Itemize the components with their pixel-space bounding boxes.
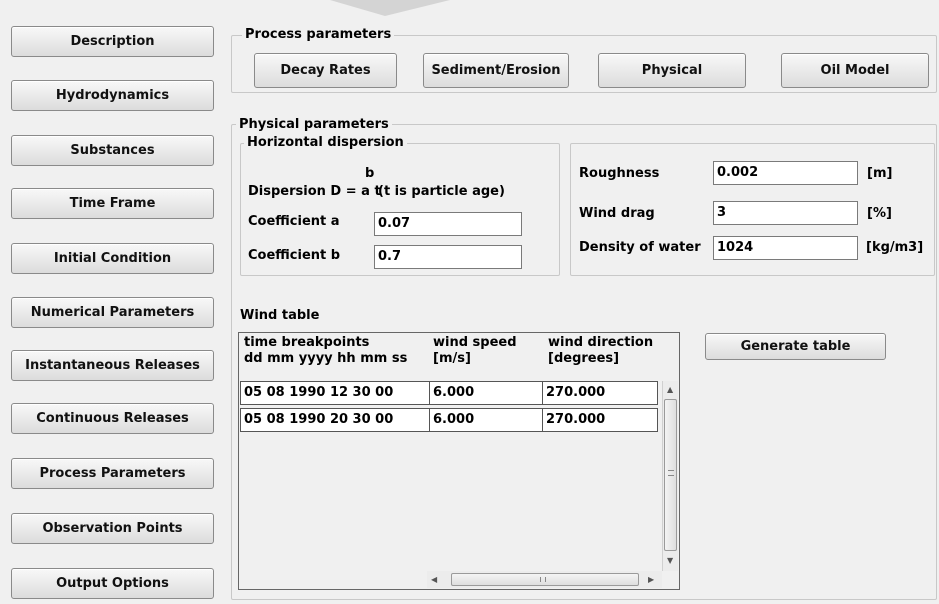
horizontal-dispersion-title: Horizontal dispersion (244, 135, 407, 150)
nav-initial-condition-button[interactable]: Initial Condition (11, 243, 214, 274)
generate-table-button[interactable]: Generate table (705, 333, 886, 360)
nav-instantaneous-releases-button[interactable]: Instantaneous Releases (11, 350, 214, 381)
sediment-erosion-button[interactable]: Sediment/Erosion (423, 53, 569, 88)
vertical-scroll-thumb[interactable] (664, 399, 677, 551)
roughness-label: Roughness (579, 166, 660, 181)
nav-description-button[interactable]: Description (11, 26, 214, 57)
nav-hydrodynamics-button[interactable]: Hydrodynamics (11, 80, 214, 111)
thumb-grip-icon (668, 470, 674, 476)
horizontal-scroll-thumb[interactable] (451, 573, 639, 586)
header-speed-line1: wind speed (433, 335, 517, 350)
nav-time-frame-button[interactable]: Time Frame (11, 188, 214, 219)
decay-rates-button[interactable]: Decay Rates (254, 53, 397, 88)
table-cell-row2-speed[interactable]: 6.000 (429, 408, 543, 432)
density-unit: [kg/m3] (866, 240, 924, 255)
hthumb-grip-icon (540, 577, 546, 582)
dispersion-formula: Dispersion D = a t (248, 184, 381, 199)
header-direction-line2: [degrees] (548, 351, 620, 366)
header-direction-line1: wind direction (548, 335, 654, 350)
coefficient-b-input[interactable]: 0.7 (374, 245, 522, 269)
physical-parameters-title: Physical parameters (236, 117, 392, 132)
density-input[interactable]: 1024 (713, 236, 858, 260)
coefficient-a-input[interactable]: 0.07 (374, 212, 522, 236)
wind-drag-unit: [%] (867, 206, 892, 221)
scroll-down-icon[interactable]: ▼ (667, 556, 673, 566)
table-vertical-scrollbar[interactable]: ▲ ▼ (662, 381, 678, 571)
header-speed-line2: [m/s] (433, 351, 471, 366)
nav-observation-points-button[interactable]: Observation Points (11, 513, 214, 544)
scroll-right-icon[interactable]: ▶ (648, 575, 654, 585)
table-cell-row2-time[interactable]: 05 08 1990 20 30 00 (240, 408, 430, 432)
nav-process-parameters-button[interactable]: Process Parameters (11, 458, 214, 489)
dispersion-note: (t is particle age) (378, 184, 505, 199)
roughness-input[interactable]: 0.002 (713, 161, 858, 185)
table-cell-row1-time[interactable]: 05 08 1990 12 30 00 (240, 381, 430, 405)
process-parameters-title: Process parameters (242, 27, 395, 42)
scroll-up-icon[interactable]: ▲ (667, 385, 673, 395)
nav-continuous-releases-button[interactable]: Continuous Releases (11, 403, 214, 434)
coefficient-b-label: Coefficient b (248, 248, 341, 263)
wind-table-title: Wind table (240, 308, 320, 323)
nav-output-options-button[interactable]: Output Options (11, 568, 214, 599)
nav-numerical-parameters-button[interactable]: Numerical Parameters (11, 297, 214, 328)
table-cell-row2-direction[interactable]: 270.000 (542, 408, 658, 432)
wind-drag-label: Wind drag (579, 206, 655, 221)
wind-table (238, 332, 680, 590)
table-cell-row1-direction[interactable]: 270.000 (542, 381, 658, 405)
top-decoration (330, 0, 450, 16)
roughness-unit: [m] (867, 166, 893, 181)
table-horizontal-scrollbar[interactable]: ◀ ▶ (427, 571, 662, 588)
density-label: Density of water (579, 240, 701, 255)
oil-model-button[interactable]: Oil Model (781, 53, 929, 88)
header-time-line1: time breakpoints (244, 335, 370, 350)
nav-substances-button[interactable]: Substances (11, 135, 214, 166)
dispersion-exponent: b (365, 166, 375, 181)
table-cell-row1-speed[interactable]: 6.000 (429, 381, 543, 405)
physical-button[interactable]: Physical (598, 53, 746, 88)
header-time-line2: dd mm yyyy hh mm ss (244, 351, 408, 366)
coefficient-a-label: Coefficient a (248, 214, 340, 229)
scroll-left-icon[interactable]: ◀ (431, 575, 437, 585)
wind-drag-input[interactable]: 3 (713, 201, 858, 225)
